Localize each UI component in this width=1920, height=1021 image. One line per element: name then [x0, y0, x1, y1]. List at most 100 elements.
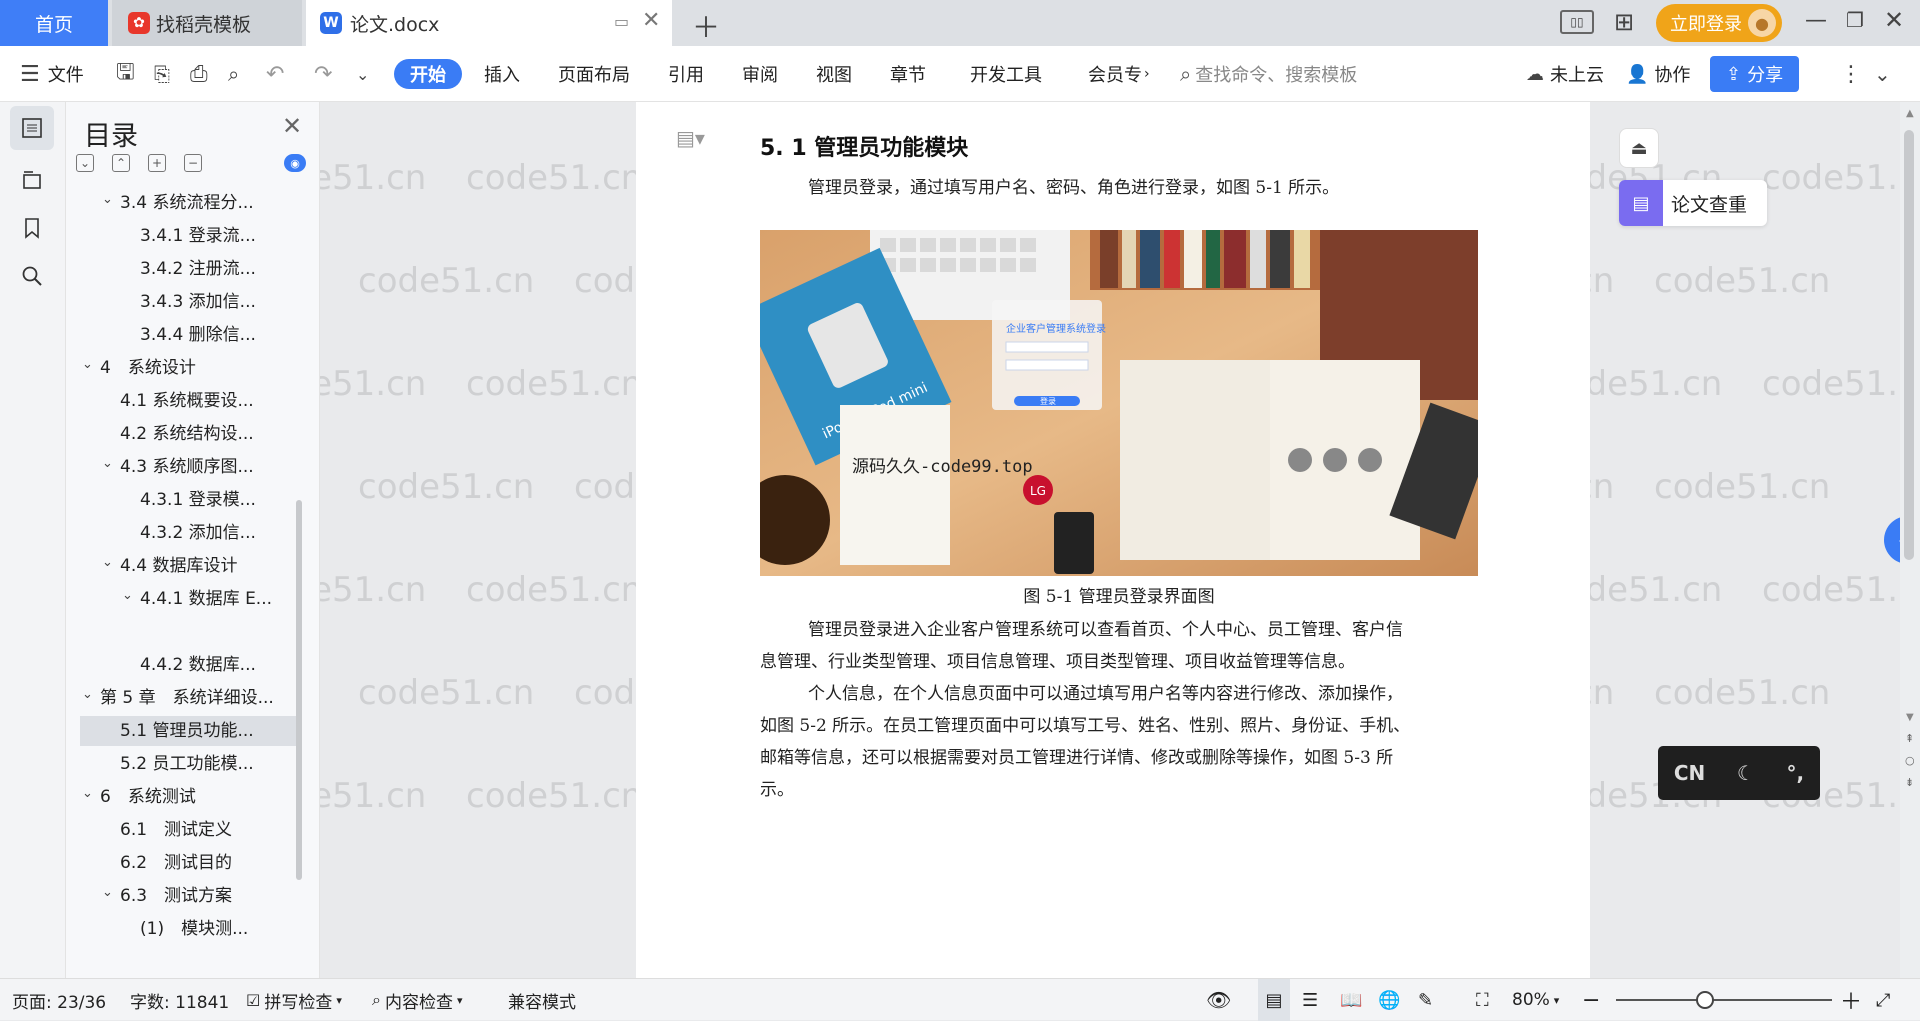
- undo-icon[interactable]: ↶: [266, 46, 284, 102]
- outline-icon[interactable]: [10, 158, 54, 202]
- toc-panel-icon[interactable]: [10, 106, 54, 150]
- chevron-down-icon[interactable]: ⌄: [82, 782, 93, 809]
- tab-start[interactable]: 开始: [394, 46, 462, 102]
- chevron-down-icon[interactable]: ⌄: [102, 452, 113, 479]
- layout-toggle-icon[interactable]: ▯▯: [1560, 10, 1594, 34]
- toc-scrollbar[interactable]: [296, 500, 302, 880]
- toc-item[interactable]: 3.4.4 删除信...: [80, 320, 296, 350]
- page-view-icon[interactable]: ▤: [1258, 979, 1290, 1021]
- cloud-status[interactable]: ☁ 未上云: [1526, 46, 1604, 102]
- close-tab-icon[interactable]: ✕: [642, 8, 660, 33]
- web-view-icon[interactable]: 🌐: [1378, 979, 1400, 1021]
- bookmark-icon[interactable]: [10, 206, 54, 250]
- toc-item[interactable]: 3.4.1 登录流...: [80, 221, 296, 251]
- grid-apps-icon[interactable]: ⊞: [1614, 8, 1634, 36]
- tab-template[interactable]: ✿ 找稻壳模板: [112, 0, 302, 46]
- tab-insert[interactable]: 插入: [484, 46, 520, 102]
- toc-item[interactable]: ⌄ 4.4 数据库设计: [80, 551, 296, 581]
- chevron-down-icon[interactable]: ⌄: [82, 353, 93, 380]
- save-icon[interactable]: 🖫: [116, 46, 135, 102]
- fullscreen-icon[interactable]: ⤢: [1876, 979, 1890, 1021]
- login-button[interactable]: 立即登录 ●: [1656, 4, 1782, 42]
- more-options-icon[interactable]: ⋮: [1840, 46, 1862, 102]
- toc-item[interactable]: ⌄ 3.4 系统流程分...: [80, 188, 296, 218]
- toc-item[interactable]: 4.4.2 数据库...: [80, 650, 296, 680]
- expand-all-icon[interactable]: ⌄: [76, 154, 94, 172]
- ime-toolbar[interactable]: CN ☾ °,: [1658, 746, 1820, 800]
- write-mode-icon[interactable]: ✎: [1418, 979, 1433, 1021]
- monitor-icon[interactable]: ▭: [614, 12, 629, 31]
- add-level-icon[interactable]: +: [148, 154, 166, 172]
- toc-item[interactable]: ⌄ 4.4.1 数据库 E...: [80, 584, 296, 614]
- command-search[interactable]: ⌕ 查找命令、搜索模板: [1180, 46, 1357, 102]
- toc-item[interactable]: 4.1 系统概要设...: [80, 386, 296, 416]
- paragraph-style-icon[interactable]: ▤▾: [676, 126, 705, 150]
- collab-button[interactable]: 👤 协作: [1626, 46, 1690, 102]
- select-browse-icon[interactable]: ○: [1905, 754, 1915, 767]
- toc-item[interactable]: (1) 模块测...: [80, 914, 296, 944]
- toc-item[interactable]: ⌄ 6 系统测试: [80, 782, 296, 812]
- export-pdf-icon[interactable]: ⎘: [154, 46, 170, 102]
- zoom-level[interactable]: 80% ▾: [1512, 979, 1559, 1021]
- minimize-icon[interactable]: —: [1805, 8, 1827, 33]
- new-tab-icon[interactable]: ＋: [692, 6, 720, 46]
- scroll-up-icon[interactable]: ▲: [1906, 108, 1914, 119]
- tab-review[interactable]: 审阅: [742, 46, 778, 102]
- toc-item[interactable]: 6.1 测试定义: [80, 815, 296, 845]
- ime-lang[interactable]: CN: [1674, 761, 1705, 785]
- scroll-down-icon[interactable]: ▼: [1906, 712, 1914, 723]
- quick-access-dropdown-icon[interactable]: ⌄: [356, 46, 369, 102]
- tab-devtools[interactable]: 开发工具: [970, 46, 1042, 102]
- moon-icon[interactable]: ☾: [1737, 761, 1755, 785]
- zoom-slider[interactable]: [1616, 979, 1832, 1021]
- content-check-button[interactable]: ⌕ 内容检查 ▾: [372, 979, 463, 1021]
- toc-item[interactable]: 3.4.3 添加信...: [80, 287, 296, 317]
- toc-item[interactable]: 4.2 系统结构设...: [80, 419, 296, 449]
- eye-protect-icon[interactable]: 👁: [1206, 979, 1231, 1021]
- collapse-ribbon-icon[interactable]: ⌄: [1874, 46, 1891, 102]
- document-page[interactable]: ▤▾ 5. 1 管理员功能模块 管理员登录，通过填写用户名、密码、角色进行登录，…: [636, 102, 1590, 978]
- chevron-down-icon[interactable]: ⌄: [102, 881, 113, 908]
- share-button[interactable]: ⇪ 分享: [1710, 56, 1800, 92]
- chevron-down-icon[interactable]: ⌄: [122, 584, 133, 611]
- tab-document[interactable]: W 论文.docx ▭ ✕: [306, 0, 672, 46]
- toc-item[interactable]: 3.4.2 注册流...: [80, 254, 296, 284]
- read-view-icon[interactable]: 📖: [1340, 979, 1362, 1021]
- toc-item[interactable]: ⌄ 4 系统设计: [80, 353, 296, 383]
- tab-chapter[interactable]: 章节: [890, 46, 926, 102]
- file-menu[interactable]: ☰ 文件: [20, 46, 84, 102]
- tab-home[interactable]: 首页: [0, 0, 108, 46]
- print-icon[interactable]: ⎙: [190, 46, 208, 102]
- fit-page-icon[interactable]: ⛶: [1476, 979, 1489, 1021]
- outline-view-icon[interactable]: ☰: [1302, 979, 1318, 1021]
- close-icon[interactable]: ✕: [282, 112, 302, 140]
- punctuation-icon[interactable]: °,: [1787, 761, 1805, 785]
- prev-page-icon[interactable]: ⇞: [1905, 732, 1914, 745]
- page-count[interactable]: 页面: 23/36: [12, 979, 106, 1021]
- toc-item[interactable]: 4.3.1 登录模...: [80, 485, 296, 515]
- paper-check-button[interactable]: ▤ 论文查重: [1619, 180, 1767, 226]
- collapse-all-icon[interactable]: ⌃: [112, 154, 130, 172]
- toc-item[interactable]: 5.2 员工功能模...: [80, 749, 296, 779]
- tab-reference[interactable]: 引用: [668, 46, 704, 102]
- toc-item[interactable]: ⌄ 6.3 测试方案: [80, 881, 296, 911]
- tab-layout[interactable]: 页面布局: [558, 46, 630, 102]
- remove-level-icon[interactable]: −: [184, 154, 202, 172]
- print-preview-icon[interactable]: ⌕: [228, 46, 239, 102]
- spell-check-button[interactable]: ☑ 拼写检查 ▾: [246, 979, 342, 1021]
- chevron-down-icon[interactable]: ⌄: [102, 551, 113, 578]
- scroll-thumb[interactable]: [1904, 130, 1914, 560]
- close-window-icon[interactable]: ✕: [1884, 6, 1904, 34]
- word-count[interactable]: 字数: 11841: [130, 979, 229, 1021]
- redo-icon[interactable]: ↷: [314, 46, 332, 102]
- toc-item[interactable]: [80, 617, 296, 647]
- collapse-panel-icon[interactable]: ⏏: [1619, 128, 1659, 168]
- toc-item[interactable]: ⌄ 4.3 系统顺序图...: [80, 452, 296, 482]
- vertical-scrollbar[interactable]: ▲ ▼ ⇞ ○ ⇟: [1900, 102, 1920, 978]
- tab-view[interactable]: 视图: [816, 46, 852, 102]
- tab-member[interactable]: 会员专 ›: [1088, 46, 1150, 102]
- chevron-down-icon[interactable]: ⌄: [82, 683, 93, 710]
- zoom-in-icon[interactable]: ＋: [1840, 979, 1862, 1021]
- toc-item[interactable]: 6.2 测试目的: [80, 848, 296, 878]
- toc-item[interactable]: 4.3.2 添加信...: [80, 518, 296, 548]
